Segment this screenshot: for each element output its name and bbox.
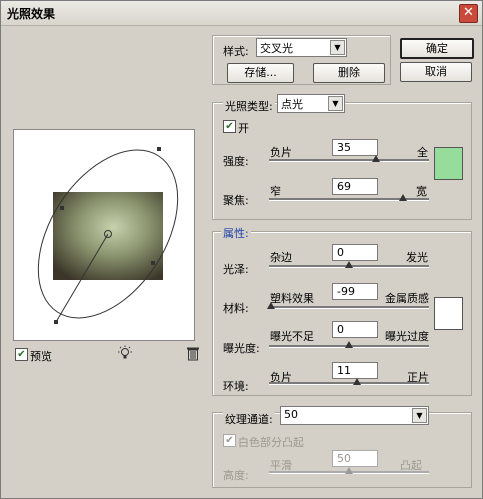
texture-label: 纹理通道:: [223, 411, 275, 427]
light-type-select[interactable]: 点光 ▼: [277, 94, 345, 113]
gloss-left-label: 杂边: [270, 251, 292, 264]
preview-panel[interactable]: [13, 129, 195, 341]
exposure-left-label: 曝光不足: [270, 330, 314, 343]
texture-channel-value: 50: [284, 408, 298, 421]
focus-input[interactable]: 69: [332, 178, 378, 195]
exposure-label: 曝光度:: [223, 342, 260, 355]
exposure-input[interactable]: 0: [332, 321, 378, 338]
gloss-input[interactable]: 0: [332, 244, 378, 261]
chevron-down-icon: ▼: [328, 96, 343, 111]
material-slider-thumb[interactable]: [266, 302, 275, 309]
intensity-input[interactable]: 35: [332, 139, 378, 156]
close-button[interactable]: ✕: [459, 4, 478, 23]
light-on-label: 开: [238, 122, 249, 135]
focus-slider-thumb[interactable]: [399, 194, 408, 201]
preview-image: [53, 192, 163, 280]
gloss-slider-thumb[interactable]: [345, 261, 353, 268]
property-color-swatch[interactable]: [434, 297, 463, 330]
lighting-effects-dialog: 光照效果 ✕ ✔ 预览 样式: 交叉光 ▼ 存储... 删除 确定 取消 光照类…: [0, 0, 483, 499]
height-label: 高度:: [223, 469, 249, 482]
focus-right-label: 宽: [416, 185, 427, 198]
ambience-input[interactable]: 11: [332, 362, 378, 379]
light-handle-top[interactable]: [157, 147, 161, 151]
white-high-checkbox[interactable]: ✔: [223, 434, 236, 447]
trash-icon[interactable]: [186, 346, 200, 361]
material-right-label: 金属质感: [385, 292, 429, 305]
save-style-button[interactable]: 存储...: [227, 63, 294, 83]
exposure-slider-thumb[interactable]: [345, 341, 353, 348]
preview-label: 预览: [30, 350, 52, 363]
delete-style-button[interactable]: 删除: [313, 63, 385, 83]
ok-button[interactable]: 确定: [400, 38, 474, 59]
material-left-label: 塑料效果: [270, 292, 314, 305]
intensity-left-label: 负片: [270, 146, 292, 159]
light-handle-right[interactable]: [151, 261, 155, 265]
material-slider-track[interactable]: [269, 306, 429, 309]
style-label: 样式:: [223, 45, 249, 58]
gloss-label: 光泽:: [223, 263, 249, 276]
light-on-checkbox[interactable]: ✔: [223, 120, 236, 133]
intensity-slider-track[interactable]: [269, 159, 429, 162]
light-type-value: 点光: [281, 98, 303, 111]
exposure-right-label: 曝光过度: [385, 330, 429, 343]
light-bulb-icon[interactable]: [117, 345, 133, 361]
height-slider-thumb[interactable]: [345, 467, 353, 474]
ambience-label: 环境:: [223, 380, 249, 393]
texture-channel-select[interactable]: 50 ▼: [280, 406, 429, 425]
intensity-slider-thumb[interactable]: [372, 155, 381, 162]
light-color-swatch[interactable]: [434, 147, 463, 180]
light-handle-bottom[interactable]: [54, 320, 58, 324]
style-select[interactable]: 交叉光 ▼: [256, 38, 347, 57]
gloss-right-label: 发光: [406, 251, 428, 264]
ambience-slider-track[interactable]: [269, 382, 429, 385]
chevron-down-icon: ▼: [330, 40, 345, 55]
ambience-slider-thumb[interactable]: [353, 378, 361, 385]
preview-canvas[interactable]: [14, 130, 194, 340]
chevron-down-icon: ▼: [412, 408, 427, 423]
title-bar: 光照效果 ✕: [1, 1, 482, 26]
material-label: 材料:: [223, 302, 249, 315]
preview-checkbox[interactable]: ✔: [15, 348, 28, 361]
height-input[interactable]: 50: [332, 450, 378, 467]
intensity-label: 强度:: [223, 155, 249, 168]
properties-heading: 属性:: [221, 225, 251, 241]
focus-left-label: 窄: [270, 185, 281, 198]
cancel-button[interactable]: 取消: [400, 62, 472, 82]
window-title: 光照效果: [7, 7, 56, 21]
focus-label: 聚焦:: [223, 194, 249, 207]
material-input[interactable]: -99: [332, 283, 378, 300]
style-value: 交叉光: [260, 42, 293, 55]
white-high-label: 白色部分凸起: [238, 436, 304, 449]
intensity-right-label: 全: [417, 146, 428, 159]
light-handle-left[interactable]: [60, 206, 64, 210]
light-type-label: 光照类型:: [223, 98, 275, 114]
